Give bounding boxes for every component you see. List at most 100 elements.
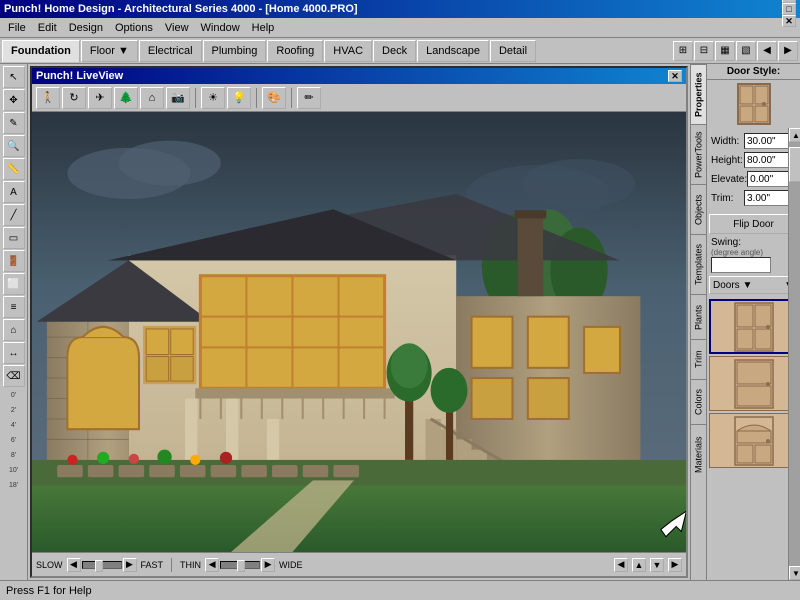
menu-view[interactable]: View	[159, 20, 195, 36]
elevate-row: Elevate: 0.00"	[711, 171, 796, 187]
tool-roof[interactable]: ⌂	[3, 319, 25, 341]
width-left[interactable]: ◀	[205, 558, 219, 572]
tool-dimension[interactable]: ↔	[3, 342, 25, 364]
tab-templates[interactable]: Templates	[691, 234, 706, 294]
tool-wall[interactable]: ▭	[3, 227, 25, 249]
view-btn-1[interactable]: ⊞	[673, 41, 693, 61]
view-btn-4[interactable]: ▧	[736, 41, 756, 61]
width-right[interactable]: ▶	[261, 558, 275, 572]
title-controls: ─ □ ✕	[782, 0, 796, 27]
door-style-dropdown[interactable]: Doors ▼ ▼	[709, 276, 798, 294]
status-text: Press F1 for Help	[6, 585, 92, 597]
close-button[interactable]: ✕	[782, 15, 796, 27]
menu-edit[interactable]: Edit	[32, 20, 63, 36]
tab-hvac[interactable]: HVAC	[324, 40, 372, 62]
tab-properties[interactable]: Properties	[691, 64, 706, 124]
tool-eraser[interactable]: ⌫	[3, 365, 25, 387]
swing-section: Swing: (degree angle)	[707, 237, 800, 273]
scroll-up-button[interactable]: ▲	[789, 128, 800, 142]
menu-window[interactable]: Window	[195, 20, 246, 36]
scroll-thumb[interactable]	[789, 147, 800, 182]
trim-label: Trim:	[711, 193, 733, 204]
door-dropdown-label: Doors ▼	[713, 280, 752, 291]
lv-fly-btn[interactable]: ✈	[88, 87, 112, 109]
tab-objects[interactable]: Objects	[691, 184, 706, 234]
speed-thumb[interactable]	[95, 560, 103, 572]
tab-plants[interactable]: Plants	[691, 294, 706, 339]
tab-trim[interactable]: Trim	[691, 339, 706, 379]
lv-light-btn[interactable]: 💡	[227, 87, 251, 109]
menu-design[interactable]: Design	[63, 20, 109, 36]
lv-separator-1	[195, 88, 196, 108]
ruler-6: 6'	[9, 437, 18, 444]
tool-zoom[interactable]: 🔍	[3, 135, 25, 157]
menu-options[interactable]: Options	[109, 20, 159, 36]
speed-left[interactable]: ◀	[67, 558, 81, 572]
tool-measure[interactable]: 📏	[3, 158, 25, 180]
nav-up[interactable]: ▲	[632, 558, 646, 572]
menu-help[interactable]: Help	[246, 20, 281, 36]
view-btn-5[interactable]: ◀	[757, 41, 777, 61]
lv-rotate-btn[interactable]: ↻	[62, 87, 86, 109]
liveview-header: Punch! LiveView ✕	[32, 68, 686, 84]
tool-stair[interactable]: ≡	[3, 296, 25, 318]
tab-landscape[interactable]: Landscape	[417, 40, 489, 62]
door-svg-1	[734, 302, 774, 352]
tab-detail[interactable]: Detail	[490, 40, 536, 62]
maximize-button[interactable]: □	[782, 3, 796, 15]
speed-control[interactable]: ◀ ▶	[67, 558, 137, 572]
nav-down[interactable]: ▼	[650, 558, 664, 572]
menu-file[interactable]: File	[2, 20, 32, 36]
ruler-10: 10'	[9, 467, 18, 474]
view-btn-6[interactable]: ▶	[778, 41, 798, 61]
speed-right[interactable]: ▶	[123, 558, 137, 572]
door-item-1[interactable]	[709, 299, 798, 354]
tab-floor[interactable]: Floor ▼	[81, 40, 138, 62]
door-item-3[interactable]	[709, 413, 798, 468]
lv-walk-btn[interactable]: 🚶	[36, 87, 60, 109]
lv-tree-btn[interactable]: 🌲	[114, 87, 138, 109]
tab-colors[interactable]: Colors	[691, 379, 706, 424]
tool-text[interactable]: A	[3, 181, 25, 203]
width-thumb[interactable]	[237, 560, 245, 572]
tab-roofing[interactable]: Roofing	[267, 40, 323, 62]
tool-window[interactable]: ⬜	[3, 273, 25, 295]
main-layout: ↖ ✥ ✎ 🔍 📏 A ╱ ▭ 🚪 ⬜ ≡ ⌂ ↔ ⌫ 0' 2' 4' 6' …	[0, 64, 800, 580]
right-panel: Properties PowerTools Objects Templates …	[690, 64, 800, 580]
liveview-close-button[interactable]: ✕	[668, 70, 682, 82]
width-slider[interactable]	[220, 561, 260, 569]
flip-door-button[interactable]: Flip Door	[709, 214, 799, 234]
ruler-8: 8'	[9, 452, 18, 459]
tool-draw[interactable]: ✎	[3, 112, 25, 134]
scroll-track[interactable]	[789, 142, 800, 566]
width-control[interactable]: ◀ ▶	[205, 558, 275, 572]
tab-electrical[interactable]: Electrical	[139, 40, 202, 62]
tab-materials[interactable]: Materials	[691, 424, 706, 484]
slow-label: SLOW	[36, 560, 63, 570]
lv-paint-btn[interactable]: 🎨	[262, 87, 286, 109]
swing-input[interactable]	[711, 257, 771, 273]
scroll-down-button[interactable]: ▼	[789, 566, 800, 580]
tab-powertools[interactable]: PowerTools	[691, 124, 706, 184]
speed-slider[interactable]	[82, 561, 122, 569]
tool-line[interactable]: ╱	[3, 204, 25, 226]
lv-sun-btn[interactable]: ☀	[201, 87, 225, 109]
lv-camera-btn[interactable]: 📷	[166, 87, 190, 109]
lv-separator-3	[291, 88, 292, 108]
view-btn-2[interactable]: ⊟	[694, 41, 714, 61]
nav-right[interactable]: ▶	[668, 558, 682, 572]
tab-deck[interactable]: Deck	[373, 40, 416, 62]
title-text: Punch! Home Design - Architectural Serie…	[4, 3, 358, 15]
door-item-2[interactable]	[709, 356, 798, 411]
tool-door[interactable]: 🚪	[3, 250, 25, 272]
view-btn-3[interactable]: ▦	[715, 41, 735, 61]
nav-left[interactable]: ◀	[614, 558, 628, 572]
tab-foundation[interactable]: Foundation	[2, 40, 80, 62]
lv-house-btn[interactable]: ⌂	[140, 87, 164, 109]
lv-pencil-btn[interactable]: ✏	[297, 87, 321, 109]
tool-select[interactable]: ✥	[3, 89, 25, 111]
tool-arrow[interactable]: ↖	[3, 66, 25, 88]
width-row: Width: 30.00"	[711, 133, 796, 149]
tab-plumbing[interactable]: Plumbing	[203, 40, 267, 62]
properties-fields: Width: 30.00" Height: 80.00" Elevate: 0.…	[707, 131, 800, 211]
